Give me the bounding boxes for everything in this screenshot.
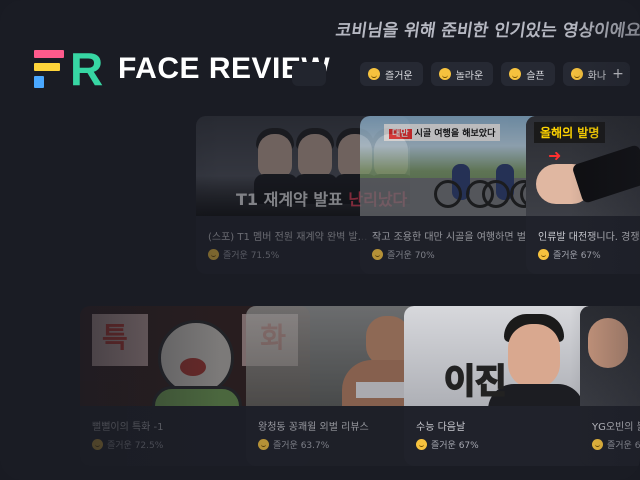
- video-title: 수능 다음날: [416, 422, 466, 433]
- video-title: 뻘뻘이의 특화 -1: [92, 422, 164, 433]
- smile-emoji-icon: [372, 249, 383, 260]
- app-frame: R FACE REVIEW 코비님을 위해 준비한 인기있는 영상이에요. 즐거…: [0, 0, 640, 480]
- thumbnail-caption: 이진: [443, 361, 508, 403]
- video-rating: 즐거운 63.7%: [258, 438, 329, 451]
- mood-tag-surprising[interactable]: 놀라운: [430, 62, 494, 86]
- sad-emoji-icon: [509, 68, 522, 80]
- tag-label: 놀라운: [455, 70, 484, 82]
- smile-emoji-icon: [592, 439, 603, 450]
- thumbnail-caption: 대만 시골 여행을 해보았다: [384, 124, 501, 141]
- thumbnail-caption: 특: [102, 321, 128, 354]
- video-title: 작고 조용한 대만 시골을 여행하면 벌어...: [372, 232, 545, 243]
- add-tag-button[interactable]: +: [606, 62, 630, 86]
- smile-emoji-icon: [208, 249, 219, 260]
- logo-mark-icon: R: [34, 43, 106, 95]
- video-rating: 즐거운 67%: [592, 438, 640, 451]
- smile-emoji-icon: [258, 439, 269, 450]
- mood-tag-joyful[interactable]: 즐거운: [360, 62, 423, 86]
- mood-tag-list: 즐거운 놀라운 슬픈 화나는: [360, 62, 626, 86]
- video-title: YG오빈의 블랙: [592, 422, 640, 433]
- video-card[interactable]: YG오빈의 블랙 즐거운 67%: [580, 306, 640, 466]
- mood-tag-sad[interactable]: 슬픈: [501, 62, 555, 86]
- video-rating: 즐거운 70%: [372, 248, 435, 261]
- video-rating: 즐거운 72.5%: [92, 438, 163, 451]
- smile-emoji-icon: [538, 249, 549, 260]
- angry-emoji-icon: [570, 68, 583, 80]
- video-card[interactable]: 올해의 발명 ➜ 인류발 대전쟁니다. 경쟁자 즐거운 67%: [526, 116, 640, 274]
- page-headline: 코비님을 위해 준비한 인기있는 영상이에요.: [334, 21, 640, 41]
- video-thumbnail: [580, 306, 640, 406]
- video-title: 왕청동 꽁쾌윌 외벌 리뷰스: [258, 422, 369, 433]
- tag-placeholder: [292, 62, 326, 86]
- smile-emoji-icon: [92, 439, 103, 450]
- thumbnail-caption: 올해의 발명: [534, 122, 606, 143]
- video-title: 인류발 대전쟁니다. 경쟁자: [538, 232, 640, 243]
- video-rating: 즐거운 71.5%: [208, 248, 279, 261]
- video-thumbnail: 올해의 발명 ➜: [526, 116, 640, 216]
- plus-icon: +: [612, 66, 624, 82]
- smile-emoji-icon: [416, 439, 427, 450]
- tag-label: 즐거운: [385, 70, 413, 82]
- video-title: (스포) T1 멤버 전원 재계약 완벽 발...: [208, 232, 368, 243]
- video-rating: 즐거운 67%: [416, 438, 479, 451]
- tag-label: 슬픈: [526, 70, 545, 82]
- smile-emoji-icon: [368, 68, 380, 80]
- video-rating: 즐거운 67%: [538, 248, 601, 261]
- surprised-emoji-icon: [438, 68, 451, 80]
- brand-logo[interactable]: R FACE REVIEW: [34, 43, 330, 95]
